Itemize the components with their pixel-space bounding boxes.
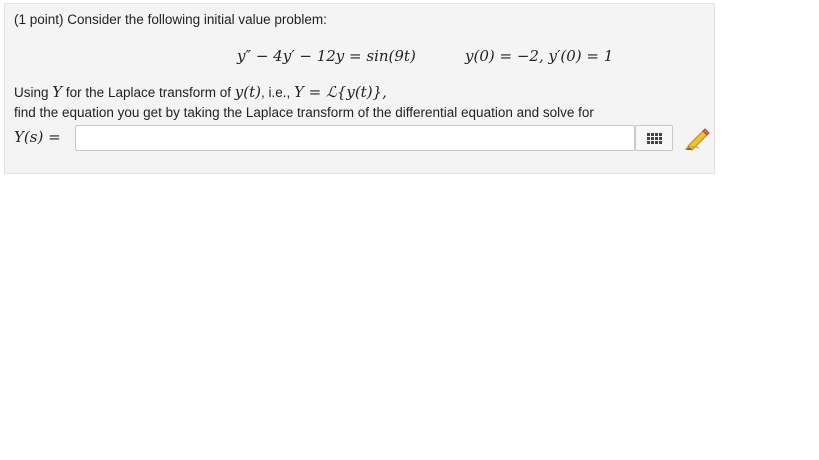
instruction-text-2: for the Laplace transform of [62,85,235,100]
pencil-button[interactable] [683,125,713,151]
problem-intro: (1 point) Consider the following initial… [14,12,327,27]
answer-input[interactable] [75,125,635,151]
pencil-icon [684,128,710,151]
instruction-text: Using [14,85,53,100]
differential-equation: y″ − 4y′ − 12y = sin(9t) [237,47,416,65]
laplace-symbol: Y [52,83,63,101]
instruction-line-2: find the equation you get by taking the … [14,105,594,120]
function-symbol: y(t) [234,83,261,101]
problem-panel: (1 point) Consider the following initial… [4,3,715,174]
laplace-definition: Y = ℒ{y(t)}, [294,83,387,101]
equation-palette-button[interactable] [635,125,673,151]
initial-conditions: y(0) = −2, y′(0) = 1 [465,47,614,65]
instruction-line-1: Using Y for the Laplace transform of y(t… [14,83,387,101]
answer-label: Y(s) = [14,128,61,146]
instruction-ie: , i.e., [260,85,294,100]
equation-palette-icon [646,132,662,144]
